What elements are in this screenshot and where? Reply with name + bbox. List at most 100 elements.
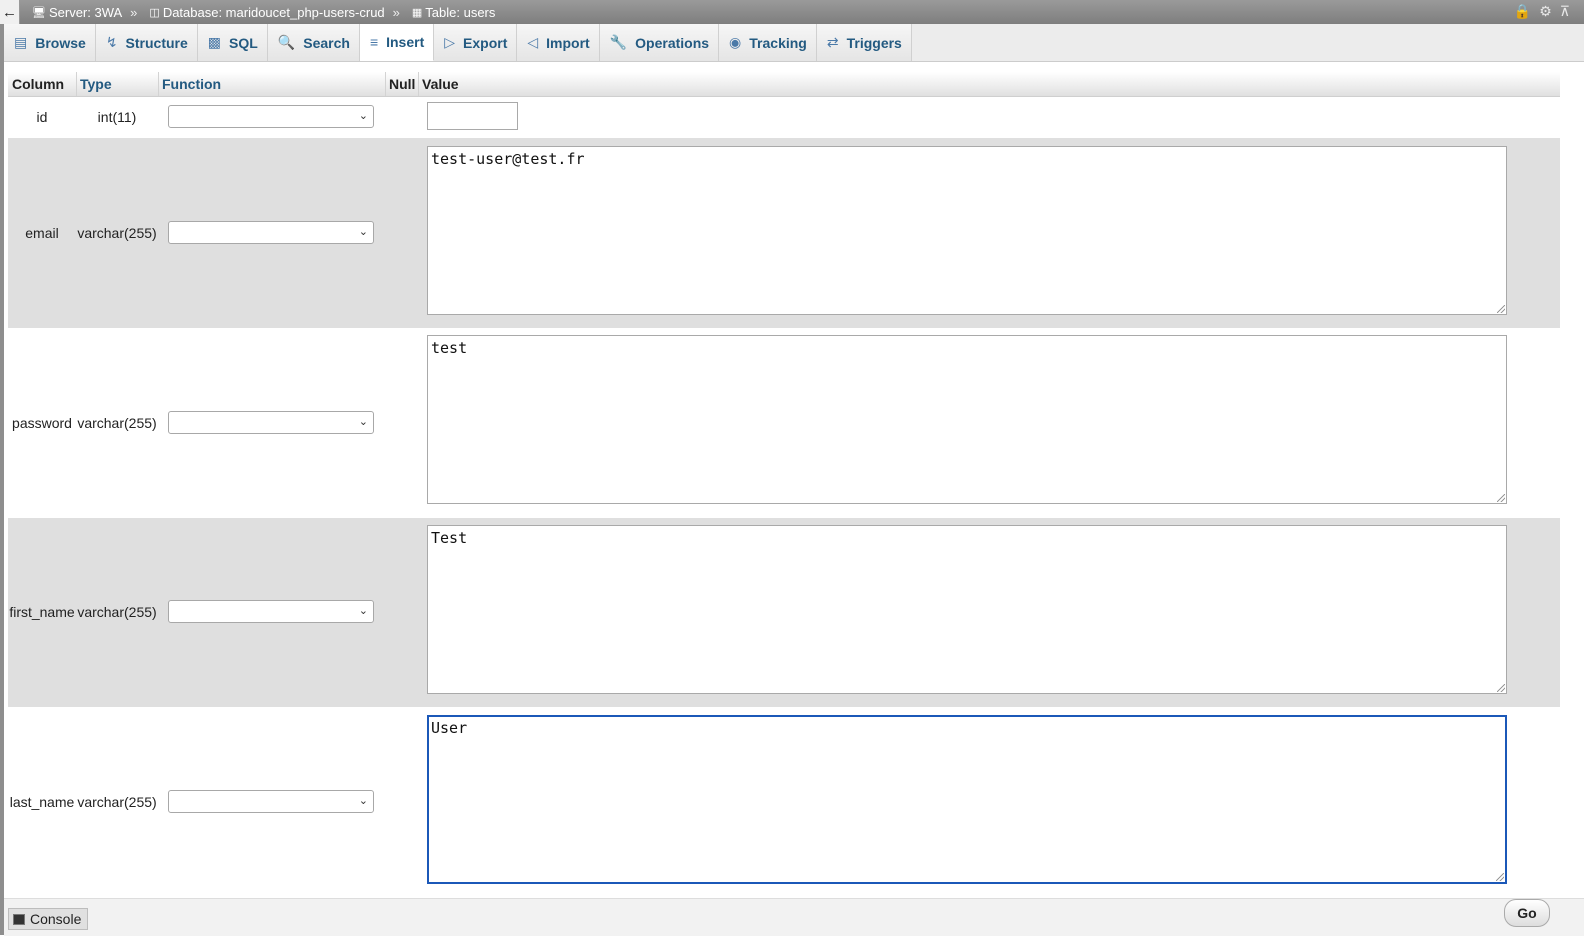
tab-structure[interactable]: ↯ Structure (95, 24, 198, 61)
tab-label: Tracking (749, 34, 807, 51)
resize-grip-icon[interactable] (1497, 684, 1505, 692)
value-textarea[interactable]: test (427, 335, 1507, 504)
footer-bar (4, 898, 1584, 936)
field-type: varchar(255) (77, 794, 157, 810)
header-type[interactable]: Type (80, 76, 112, 92)
function-select[interactable]: ⌄ (168, 221, 374, 244)
tab-operations[interactable]: 🔧 Operations (599, 24, 720, 61)
function-select[interactable]: ⌄ (168, 600, 374, 623)
tab-tracking[interactable]: ◉ Tracking (719, 24, 817, 61)
tab-search[interactable]: 🔍 Search (267, 24, 360, 61)
lock-icon[interactable]: 🔒 (1514, 3, 1531, 20)
database-icon: ◫ (149, 6, 160, 19)
table-row: last_name varchar(255) ⌄ User (8, 707, 1560, 897)
import-icon: ◁ (527, 34, 539, 50)
breadcrumb-database[interactable]: ◫ Database: maridoucet_php-users-crud (149, 5, 384, 20)
tab-label: Triggers (846, 34, 902, 51)
tab-sql[interactable]: ▩ SQL (197, 24, 268, 61)
value-text: User (431, 719, 468, 737)
search-icon: 🔍 (277, 34, 296, 50)
field-type: varchar(255) (77, 225, 157, 241)
tab-label: Search (303, 34, 350, 51)
collapse-icon[interactable]: ⊼ (1560, 3, 1570, 20)
breadcrumb-database-label: Database: maridoucet_php-users-crud (162, 4, 385, 20)
topbar-actions: 🔒 ⚙ ⊼ (1514, 3, 1570, 20)
tab-label: Insert (386, 34, 425, 50)
table-row: id int(11) ⌄ (8, 96, 1560, 138)
value-input[interactable] (427, 102, 518, 130)
insert-table-header: Column Type Function Null Value (8, 72, 1560, 97)
export-icon: ▷ (444, 34, 456, 50)
header-null: Null (389, 76, 416, 92)
header-divider (158, 72, 159, 96)
value-textarea[interactable]: Test (427, 525, 1507, 694)
breadcrumb-table-label: Table: users (425, 4, 496, 20)
field-name: password (12, 415, 72, 431)
gear-icon[interactable]: ⚙ (1539, 3, 1552, 20)
breadcrumb-table[interactable]: ▦ Table: users (412, 5, 496, 20)
header-column: Column (12, 76, 65, 92)
tab-label: Export (463, 34, 508, 51)
left-frame-edge (0, 0, 4, 935)
tab-label: Import (546, 34, 590, 51)
wrench-icon: 🔧 (609, 34, 628, 50)
header-function[interactable]: Function (162, 76, 221, 92)
tab-import[interactable]: ◁ Import (517, 24, 600, 61)
tab-browse[interactable]: ▤ Browse (4, 24, 96, 61)
insert-icon: ≡ (369, 34, 379, 50)
tab-label: Structure (125, 34, 188, 51)
function-select[interactable]: ⌄ (168, 790, 374, 813)
field-name: email (25, 225, 59, 241)
value-textarea[interactable]: test-user@test.fr (427, 146, 1507, 315)
breadcrumb-server[interactable]: 🖥 Server: 3WA (32, 5, 122, 20)
field-name: id (36, 109, 48, 125)
chevron-down-icon: ⌄ (358, 110, 368, 122)
field-type: int(11) (97, 109, 137, 125)
chevron-down-icon: ⌄ (358, 226, 368, 238)
chevron-down-icon: ⌄ (358, 605, 368, 617)
value-textarea[interactable]: User (427, 715, 1507, 884)
go-button[interactable]: Go (1504, 899, 1550, 927)
resize-grip-icon[interactable] (1497, 494, 1505, 502)
header-divider (76, 72, 77, 96)
console-label: Console (30, 911, 82, 927)
tab-label: Operations (635, 34, 710, 51)
console-icon (13, 913, 25, 925)
chevron-down-icon: ⌄ (358, 416, 368, 428)
breadcrumb-separator: » (392, 4, 400, 20)
tab-triggers[interactable]: ⇄ Triggers (816, 24, 912, 61)
header-value: Value (422, 76, 459, 92)
breadcrumb-server-label: Server: 3WA (48, 4, 123, 20)
value-text: test (431, 339, 468, 357)
tab-label: SQL (229, 34, 258, 51)
resize-grip-icon[interactable] (1496, 873, 1504, 881)
resize-grip-icon[interactable] (1497, 305, 1505, 313)
browse-icon: ▤ (14, 34, 28, 50)
function-select[interactable]: ⌄ (168, 411, 374, 434)
back-arrow-icon[interactable]: ← (0, 0, 20, 24)
table-icon: ▦ (411, 6, 423, 19)
chevron-down-icon: ⌄ (358, 795, 368, 807)
field-type: varchar(255) (77, 604, 157, 620)
table-row: first_name varchar(255) ⌄ Test (8, 518, 1560, 707)
table-tabs: ▤ Browse ↯ Structure ▩ SQL 🔍 Search ≡ In… (4, 24, 1584, 62)
header-divider (418, 72, 419, 96)
tab-insert[interactable]: ≡ Insert (359, 24, 435, 61)
value-text: Test (431, 529, 468, 547)
field-name: first_name (9, 604, 75, 620)
table-row: password varchar(255) ⌄ test (8, 328, 1560, 518)
breadcrumb-separator: » (130, 4, 138, 20)
function-select[interactable]: ⌄ (168, 105, 374, 128)
tab-label: Browse (35, 34, 86, 51)
sql-icon: ▩ (207, 34, 222, 50)
eye-icon: ◉ (729, 34, 742, 50)
field-name: last_name (9, 794, 75, 810)
breadcrumb: ← 🖥 Server: 3WA » ◫ Database: maridoucet… (0, 0, 1584, 24)
console-button[interactable]: Console (8, 908, 89, 930)
value-text: test-user@test.fr (431, 150, 585, 168)
field-type: varchar(255) (77, 415, 157, 431)
structure-icon: ↯ (105, 34, 118, 50)
tab-export[interactable]: ▷ Export (434, 24, 518, 61)
server-icon: 🖥 (32, 6, 46, 19)
table-row: email varchar(255) ⌄ test-user@test.fr (8, 138, 1560, 328)
